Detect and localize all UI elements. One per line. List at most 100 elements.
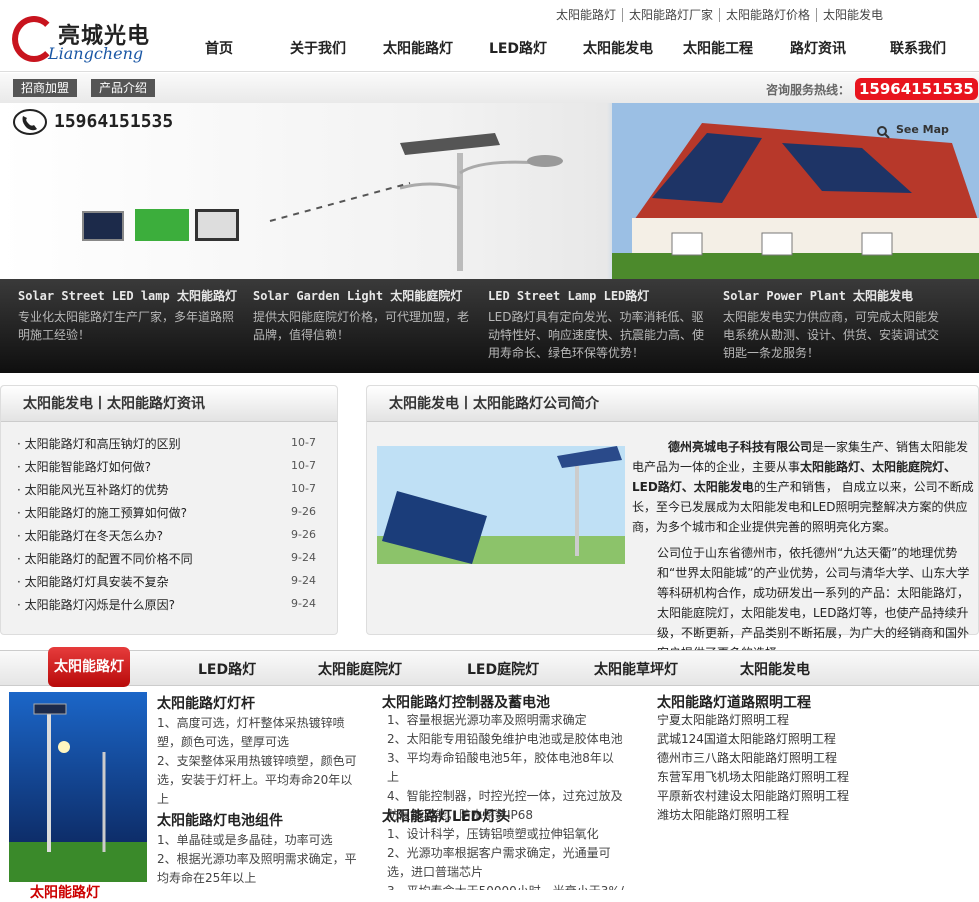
- project-link[interactable]: 东营军用飞机场太阳能路灯照明工程: [657, 768, 907, 787]
- company-intro-panel: 太阳能发电丨太阳能路灯公司简介 德州亮城电子科技有限公司是一家集生产、销售太阳能…: [366, 385, 979, 660]
- phone-icon: [13, 109, 47, 135]
- tab-led-garden[interactable]: LED庭院灯: [467, 659, 539, 679]
- hero-banner: 15964151535 See Map: [0, 103, 979, 279]
- news-item[interactable]: · 太阳能智能路灯如何做?: [17, 458, 151, 475]
- lamp-thumb: [135, 209, 189, 241]
- main-nav: 首页 关于我们 太阳能路灯 LED路灯 太阳能发电 太阳能工程 路灯资讯 联系我…: [170, 38, 968, 58]
- feature-title: LED Street Lamp LED路灯: [488, 289, 650, 303]
- nav-contact[interactable]: 联系我们: [868, 38, 968, 58]
- intro-paragraph-2: 公司位于山东省德州市，依托德州“九达天衢”的地理优势和“世界太阳能城”的产业优势…: [367, 543, 979, 663]
- news-date: 10-7: [291, 436, 316, 449]
- news-item[interactable]: · 太阳能路灯的配置不同价格不同: [17, 550, 193, 567]
- toplink-solar-streetlight[interactable]: 太阳能路灯: [550, 8, 624, 22]
- nav-about[interactable]: 关于我们: [268, 38, 368, 58]
- site-logo[interactable]: 亮城光电 Liangcheng: [10, 12, 170, 66]
- news-date: 9-24: [291, 574, 316, 587]
- feature-solar-power-plant[interactable]: Solar Power Plant 太阳能发电 太阳能发电实力供应商，可完成太阳…: [723, 287, 948, 362]
- nav-news[interactable]: 路灯资讯: [768, 38, 868, 58]
- list-item: 2、支架整体采用热镀锌喷塑，颜色可选，安装于灯杆上。平均寿命20年以上: [157, 754, 357, 806]
- news-item[interactable]: · 太阳能路灯和高压钠灯的区别: [17, 435, 181, 452]
- intro-panel-title: 太阳能发电丨太阳能路灯公司简介: [367, 386, 978, 422]
- feature-solar-streetlight[interactable]: Solar Street LED lamp 太阳能路灯 专业化太阳能路灯生产厂家…: [18, 287, 243, 344]
- list-item: 3、平均寿命铅酸电池5年，胶体电池8年以上: [387, 751, 614, 784]
- product-caption[interactable]: 太阳能路灯: [30, 882, 100, 902]
- tab-solar-lawn[interactable]: 太阳能草坪灯: [594, 659, 678, 679]
- list-item: 2、根据光源功率及照明需求确定，平均寿命在25年以上: [157, 852, 357, 885]
- top-links: 太阳能路灯 太阳能路灯厂家 太阳能路灯价格 太阳能发电: [550, 8, 889, 22]
- col2-list-led-head: 1、设计科学，压铸铝喷塑或拉伸铝氧化 2、光源功率根据客户需求确定，光通量可选，…: [387, 825, 625, 890]
- feature-desc: 太阳能发电实力供应商，可完成太阳能发电系统从勘测、设计、供货、安装调试交钥匙一条…: [723, 310, 940, 360]
- col1-list-battery: 1、单晶硅或是多晶硅，功率可选 2、根据光源功率及照明需求确定，平均寿命在25年…: [157, 831, 357, 888]
- company-name: 德州亮城电子科技有限公司: [668, 440, 813, 454]
- feature-desc: 提供太阳能庭院灯价格，可代理加盟，老品牌，值得信赖！: [253, 310, 470, 342]
- feature-title: Solar Power Plant 太阳能发电: [723, 289, 914, 303]
- toplink-solar-power[interactable]: 太阳能发电: [817, 8, 889, 22]
- banner-phone: 15964151535: [54, 111, 174, 132]
- tab-solar-streetlight[interactable]: 太阳能路灯: [48, 647, 130, 687]
- tab-solar-garden[interactable]: 太阳能庭院灯: [318, 659, 402, 679]
- solar-panel-thumb: [82, 211, 124, 241]
- feature-desc: LED路灯具有定向发光、功率消耗低、驱动特性好、响应速度快、抗震能力高、使用寿命…: [488, 310, 705, 360]
- col3-heading-projects[interactable]: 太阳能路灯道路照明工程: [657, 692, 811, 712]
- list-item: 2、太阳能专用铅酸免维护电池或是胶体电池: [387, 732, 623, 746]
- nav-home[interactable]: 首页: [170, 38, 268, 58]
- news-date: 9-26: [291, 505, 316, 518]
- feature-title: Solar Street LED lamp 太阳能路灯: [18, 289, 237, 303]
- news-date: 10-7: [291, 459, 316, 472]
- news-item[interactable]: · 太阳能路灯的施工预算如何做?: [17, 504, 187, 521]
- feature-desc: 专业化太阳能路灯生产厂家，多年道路照明施工经验！: [18, 310, 235, 342]
- news-panel-title: 太阳能发电丨太阳能路灯资讯: [1, 386, 337, 422]
- project-link[interactable]: 潍坊太阳能路灯照明工程: [657, 806, 907, 825]
- news-date: 9-24: [291, 551, 316, 564]
- news-date: 9-24: [291, 597, 316, 610]
- controller-thumb: [195, 209, 239, 241]
- intro-text-block: 德州亮城电子科技有限公司是一家集生产、销售太阳能发电产品为一体的企业，主要从事太…: [632, 437, 977, 537]
- news-date: 9-26: [291, 528, 316, 541]
- nav-solar-power[interactable]: 太阳能发电: [568, 38, 668, 58]
- news-item[interactable]: · 太阳能路灯灯具安装不复杂: [17, 573, 169, 590]
- list-item: 1、高度可选，灯杆整体采热镀锌喷塑，颜色可选，壁厚可选: [157, 716, 345, 749]
- list-item: 3、平均寿命大于50000小时，光衰小于3%/年: [387, 882, 625, 890]
- feature-bar: Solar Street LED lamp 太阳能路灯 专业化太阳能路灯生产厂家…: [0, 279, 979, 373]
- list-item: 1、设计科学，压铸铝喷塑或拉伸铝氧化: [387, 827, 599, 841]
- project-link[interactable]: 宁夏太阳能路灯照明工程: [657, 711, 907, 730]
- col3-project-list: 宁夏太阳能路灯照明工程 武城124国道太阳能路灯照明工程 德州市三八路太阳能路灯…: [657, 711, 907, 825]
- join-button[interactable]: 招商加盟: [13, 79, 78, 97]
- news-panel: 太阳能发电丨太阳能路灯资讯 · 太阳能路灯和高压钠灯的区别 10-7 · 太阳能智…: [0, 385, 338, 635]
- logo-en-text: Liangcheng: [48, 44, 144, 63]
- feature-garden-light[interactable]: Solar Garden Light 太阳能庭院灯 提供太阳能庭院灯价格，可代理…: [253, 287, 478, 344]
- feature-led-street-lamp[interactable]: LED Street Lamp LED路灯 LED路灯具有定向发光、功率消耗低、…: [488, 287, 713, 362]
- project-link[interactable]: 德州市三八路太阳能路灯照明工程: [657, 749, 907, 768]
- col1-heading-battery[interactable]: 太阳能路灯电池组件: [157, 810, 283, 830]
- nav-solar-streetlight[interactable]: 太阳能路灯: [368, 38, 468, 58]
- nav-solar-projects[interactable]: 太阳能工程: [668, 38, 768, 58]
- streetlamp-image: [269, 133, 563, 271]
- news-date: 10-7: [291, 482, 316, 495]
- project-link[interactable]: 武城124国道太阳能路灯照明工程: [657, 730, 907, 749]
- tab-led-streetlight[interactable]: LED路灯: [198, 659, 256, 679]
- toplink-price[interactable]: 太阳能路灯价格: [720, 8, 818, 22]
- feature-title: Solar Garden Light 太阳能庭院灯: [253, 289, 463, 303]
- project-link[interactable]: 平原新农村建设太阳能路灯照明工程: [657, 787, 907, 806]
- hotline-number: 15964151535: [855, 78, 978, 100]
- see-map-link[interactable]: See Map: [896, 123, 949, 136]
- product-tab-bar: LED路灯 太阳能庭院灯 LED庭院灯 太阳能草坪灯 太阳能发电: [0, 650, 979, 686]
- col1-list-pole: 1、高度可选，灯杆整体采热镀锌喷塑，颜色可选，壁厚可选 2、支架整体采用热镀锌喷…: [157, 714, 357, 809]
- products-button[interactable]: 产品介绍: [91, 79, 156, 97]
- news-item[interactable]: · 太阳能风光互补路灯的优势: [17, 481, 169, 498]
- nav-led-streetlight[interactable]: LED路灯: [468, 38, 568, 58]
- tab-solar-power[interactable]: 太阳能发电: [740, 659, 810, 679]
- hotline-label: 咨询服务热线：: [766, 83, 851, 97]
- col2-heading-led-head[interactable]: 太阳能路灯LED灯头: [382, 806, 510, 826]
- intro-p2: 公司位于山东省德州市，依托德州“九达天衢”的地理优势和“世界太阳能城”的产业优势…: [657, 546, 970, 660]
- news-item[interactable]: · 太阳能路灯闪烁是什么原因?: [17, 596, 175, 613]
- list-item: 1、单晶硅或是多晶硅，功率可选: [157, 833, 333, 847]
- news-item[interactable]: · 太阳能路灯在冬天怎么办?: [17, 527, 163, 544]
- search-map-icon[interactable]: [876, 125, 890, 139]
- col2-heading-controller[interactable]: 太阳能路灯控制器及蓄电池: [382, 692, 550, 712]
- list-item: 2、光源功率根据客户需求确定，光通量可选，进口普瑞芯片: [387, 846, 611, 879]
- sub-bar: 招商加盟 产品介绍 咨询服务热线： 15964151535: [0, 73, 979, 103]
- col1-heading-pole[interactable]: 太阳能路灯灯杆: [157, 693, 255, 713]
- toplink-manufacturer[interactable]: 太阳能路灯厂家: [623, 8, 721, 22]
- list-item: 1、容量根据光源功率及照明需求确定: [387, 713, 587, 727]
